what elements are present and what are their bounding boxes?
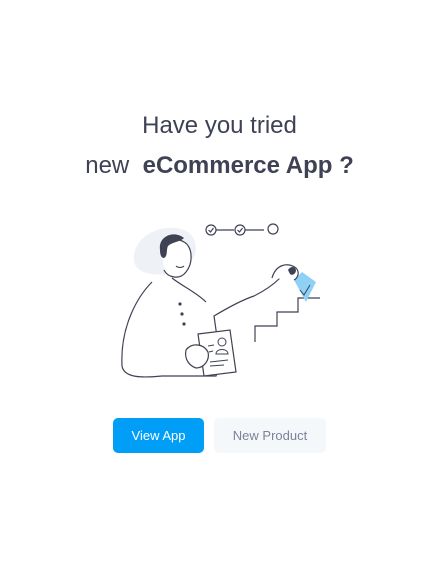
promo-actions: View App New Product xyxy=(0,418,439,453)
promo-illustration xyxy=(112,216,328,382)
headline-prefix: new xyxy=(85,152,130,179)
promo-card: Have you tried new eCommerce App ? View … xyxy=(0,0,439,561)
headline-line-2: new eCommerce App ? xyxy=(0,146,439,186)
view-app-button[interactable]: View App xyxy=(113,418,204,453)
headline-app-name: eCommerce App ? xyxy=(142,152,354,179)
promo-headline: Have you tried new eCommerce App ? xyxy=(0,106,439,186)
person-checklist-illustration-icon xyxy=(121,223,320,378)
headline-line-1: Have you tried xyxy=(142,112,297,139)
new-product-button[interactable]: New Product xyxy=(214,418,326,453)
